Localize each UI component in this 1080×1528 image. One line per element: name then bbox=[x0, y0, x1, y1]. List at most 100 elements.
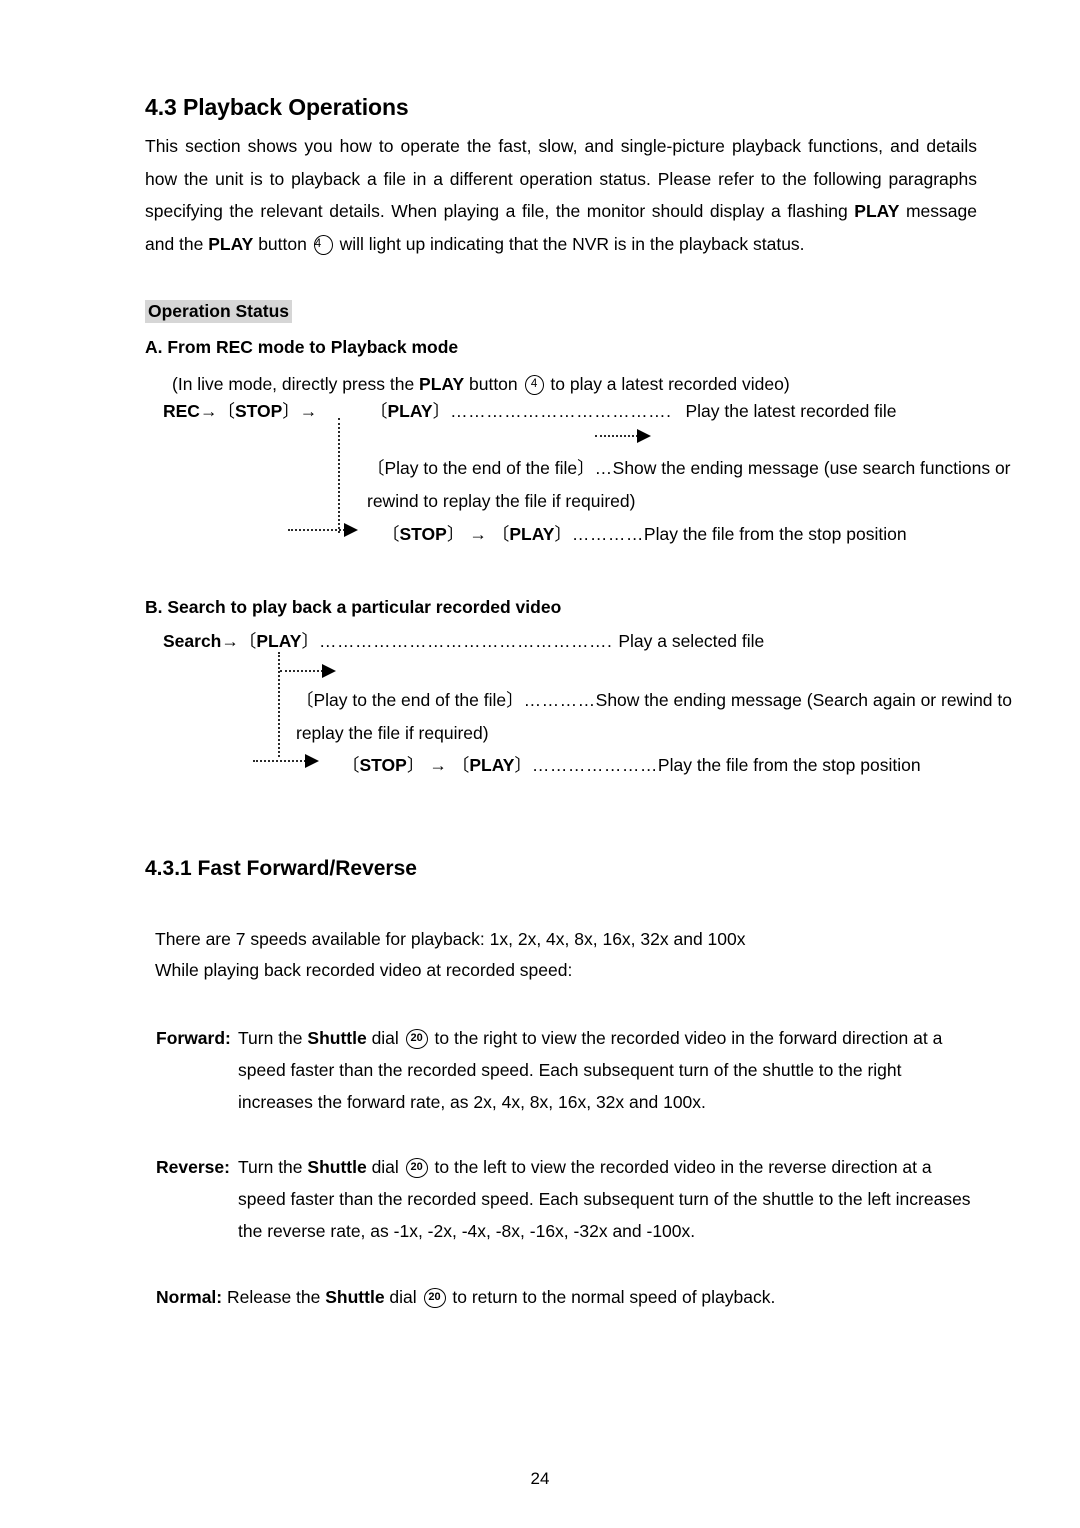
section-a-note-play: PLAY bbox=[419, 374, 465, 394]
section-b-play-label: PLAY bbox=[469, 755, 515, 775]
flow-arrow-a-1 bbox=[595, 429, 651, 443]
section-b-play-label: PLAY bbox=[256, 631, 302, 651]
normal-text-c: to return to the normal speed of playbac… bbox=[447, 1287, 776, 1307]
normal-paragraph: Normal: Release the Shuttle dial 20 to r… bbox=[156, 1281, 775, 1314]
forward-text-b: dial bbox=[366, 1028, 404, 1048]
arrow-shaft bbox=[253, 760, 306, 762]
intro-paragraph-text-4: will light up indicating that the NVR is… bbox=[334, 233, 805, 254]
section-a-note-text-1: (In live mode, directly press the bbox=[172, 374, 420, 394]
shuttle-bold: Shuttle bbox=[325, 1287, 385, 1307]
intro-paragraph-text-3: button bbox=[253, 233, 312, 254]
leader-dots: ………… bbox=[571, 524, 644, 544]
page-title: 4.3 Playback Operations bbox=[145, 94, 409, 120]
reverse-paragraph: Reverse: Turn the Shuttle dial 20 to the… bbox=[156, 1151, 971, 1247]
section-b-heading: B. Search to play back a particular reco… bbox=[145, 597, 562, 617]
bracket-close: 〕 bbox=[506, 690, 524, 710]
leader-dots: …………………………………………. bbox=[318, 631, 613, 651]
button-number-4-icon: 4 bbox=[524, 375, 544, 395]
section-a-play-label: PLAY bbox=[509, 524, 555, 544]
intro-play-bold-1: PLAY bbox=[854, 201, 900, 221]
section-431-intro-line-1: There are 7 speeds available for playbac… bbox=[155, 929, 746, 949]
bracket-close: 〕 bbox=[432, 401, 451, 421]
section-a-flow-line-1: REC→〔STOP〕→ bbox=[163, 395, 317, 428]
bracket-close: 〕 bbox=[514, 755, 532, 775]
flow-connector-vertical-a bbox=[338, 418, 340, 533]
section-a-line1-result: Play the latest recorded file bbox=[685, 401, 897, 421]
bracket-open: 〔 bbox=[370, 401, 388, 421]
arrow-glyph: → bbox=[469, 524, 487, 544]
section-a-flow-line-2: 〔Play to the end of the file〕…Show the e… bbox=[367, 452, 1035, 518]
button-number-4-icon: 4 bbox=[313, 234, 333, 255]
forward-paragraph: Forward: Turn the Shuttle dial 20 to the… bbox=[156, 1022, 971, 1118]
leader-dots: ………………………………. bbox=[450, 401, 672, 421]
section-a-note-text-3: to play a latest recorded video) bbox=[545, 374, 790, 394]
button-number-20-icon: 20 bbox=[405, 1158, 428, 1178]
flow-arrow-b-2 bbox=[253, 754, 319, 768]
flow-arrow-a-2 bbox=[288, 523, 358, 537]
arrow-head bbox=[637, 429, 651, 443]
arrow-glyph: → bbox=[221, 631, 239, 651]
bracket-open: 〔 bbox=[296, 690, 314, 710]
button-number-20-icon: 20 bbox=[405, 1029, 428, 1049]
arrow-head bbox=[305, 754, 319, 768]
bracket-open: 〔 bbox=[382, 524, 400, 544]
section-431-intro-line-2: While playing back recorded video at rec… bbox=[155, 960, 573, 980]
leader-dots: ………………… bbox=[531, 755, 658, 775]
arrow-head bbox=[344, 523, 358, 537]
forward-label: Forward: bbox=[156, 1028, 231, 1048]
arrow-shaft bbox=[288, 529, 345, 531]
section-a-line3-result: Play the file from the stop position bbox=[643, 524, 907, 544]
leader-dots: … bbox=[594, 458, 613, 478]
operation-status-label: Operation Status bbox=[145, 300, 292, 323]
section-a-flow-line-1-play: 〔PLAY〕………………………………. Play the latest recor… bbox=[370, 395, 897, 428]
normal-text-b: dial bbox=[384, 1287, 422, 1307]
section-a-stop-label: STOP bbox=[399, 524, 447, 544]
button-number-20-icon: 20 bbox=[423, 1288, 446, 1308]
section-a-play-label: PLAY bbox=[387, 401, 433, 421]
arrow-glyph: → bbox=[199, 401, 218, 421]
intro-play-bold-2: PLAY bbox=[208, 233, 254, 254]
shuttle-bold: Shuttle bbox=[307, 1157, 367, 1177]
bracket-close: 〕 bbox=[577, 458, 595, 478]
bracket-close: 〕 bbox=[282, 401, 300, 421]
reverse-text-a: Turn the bbox=[238, 1157, 308, 1177]
bracket-open: 〔 bbox=[491, 524, 510, 544]
leader-dots: ………… bbox=[523, 690, 596, 710]
intro-paragraph: This section shows you how to operate th… bbox=[145, 130, 977, 260]
section-b-line2-text: Play to the end of the file bbox=[313, 690, 507, 710]
forward-text-a: Turn the bbox=[238, 1028, 308, 1048]
bracket-open: 〔 bbox=[238, 631, 257, 651]
arrow-glyph: → bbox=[429, 755, 447, 775]
document-page: 4.3 Playback Operations This section sho… bbox=[0, 0, 1080, 1528]
arrow-glyph: → bbox=[299, 401, 318, 421]
bracket-close: 〕 bbox=[301, 631, 319, 651]
subsection-title: 4.3.1 Fast Forward/Reverse bbox=[145, 857, 417, 880]
operation-status-block: Operation Status bbox=[145, 300, 292, 323]
normal-label: Normal: bbox=[156, 1287, 223, 1307]
bracket-close: 〕 bbox=[406, 755, 425, 775]
intro-paragraph-text-1: This section shows you how to operate th… bbox=[145, 136, 977, 221]
section-a-flow-line-3: 〔STOP〕 → 〔PLAY〕…………Play the file from the … bbox=[382, 518, 907, 551]
shuttle-bold: Shuttle bbox=[307, 1028, 367, 1048]
section-b-search-label: Search bbox=[163, 631, 222, 651]
flow-arrow-b-1 bbox=[280, 664, 336, 678]
arrow-head bbox=[322, 664, 336, 678]
section-b-flow-line-2: 〔Play to the end of the file〕…………Show th… bbox=[296, 684, 1044, 750]
section-b-stop-label: STOP bbox=[359, 755, 407, 775]
section-a-heading: A. From REC mode to Playback mode bbox=[145, 337, 459, 357]
page-number: 24 bbox=[530, 1469, 550, 1488]
arrow-shaft bbox=[595, 435, 638, 437]
section-b-flow-line-1: Search→〔PLAY〕…………………………………………. Play a sel… bbox=[163, 625, 764, 658]
section-a-line2-text: Play to the end of the file bbox=[384, 458, 578, 478]
bracket-close: 〕 bbox=[554, 524, 572, 544]
bracket-open: 〔 bbox=[451, 755, 470, 775]
normal-text-a: Release the bbox=[222, 1287, 326, 1307]
section-b-line3-result: Play the file from the stop position bbox=[657, 755, 921, 775]
section-a-rec-label: REC bbox=[163, 401, 200, 421]
reverse-label: Reverse: bbox=[156, 1157, 230, 1177]
arrow-shaft bbox=[280, 670, 323, 672]
bracket-open: 〔 bbox=[342, 755, 360, 775]
bracket-open: 〔 bbox=[367, 458, 385, 478]
section-b-flow-line-3: 〔STOP〕 → 〔PLAY〕…………………Play the file from t… bbox=[342, 749, 921, 782]
bracket-open: 〔 bbox=[217, 401, 235, 421]
